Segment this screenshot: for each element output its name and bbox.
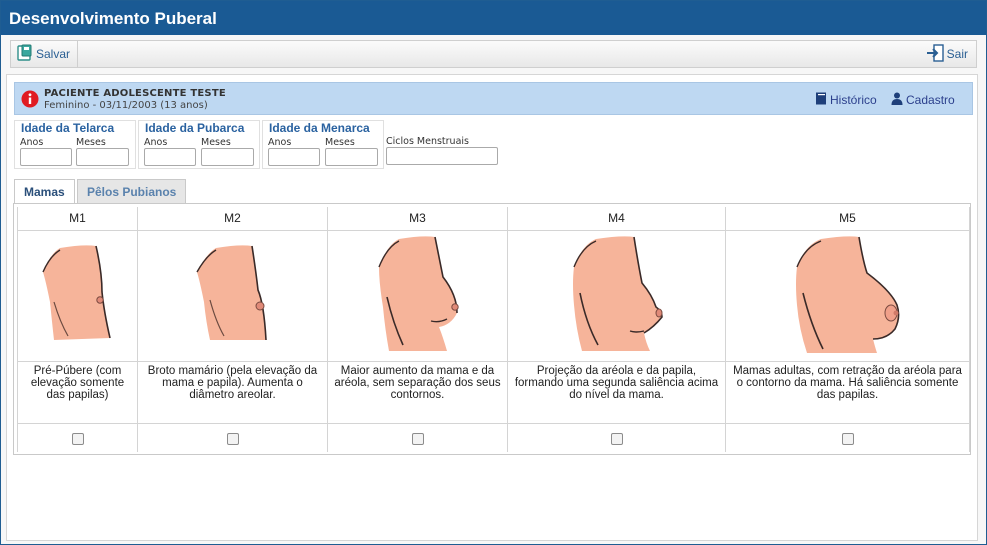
save-button-label: Salvar xyxy=(36,47,71,61)
exit-icon xyxy=(926,43,944,65)
pubarca-years-input[interactable] xyxy=(144,148,196,166)
stage-description: Maior aumento da mama e da aréola, sem s… xyxy=(327,361,508,424)
toolbar: Salvar Sair xyxy=(10,40,977,68)
stage-description: Pré-Púbere (com elevação somente das pap… xyxy=(17,361,138,424)
stage-checkbox-cell xyxy=(327,423,508,452)
stage-m4-illustration xyxy=(569,233,664,358)
stage-description: Projeção da aréola e da papila, formando… xyxy=(507,361,726,424)
stage-m5-checkbox[interactable] xyxy=(841,432,854,445)
stage-m3-illustration xyxy=(376,233,459,358)
stage-checkbox-cell xyxy=(17,423,138,452)
book-icon xyxy=(815,92,827,108)
tab-pelos-pubianos[interactable]: Pêlos Pubianos xyxy=(77,179,187,204)
stage-image-cell xyxy=(17,230,138,362)
stage-image-cell xyxy=(725,230,970,362)
telarca-months-label: Meses xyxy=(76,137,106,148)
stage-m3-checkbox[interactable] xyxy=(411,432,424,445)
stage-image-cell xyxy=(327,230,508,362)
stage-header: M2 xyxy=(137,207,328,231)
patient-banner: PACIENTE ADOLESCENTE TESTE Feminino - 03… xyxy=(14,82,973,115)
stage-header: M4 xyxy=(507,207,726,231)
telarca-title: Idade da Telarca xyxy=(21,121,115,135)
stages-table: M1 M2 M3 M4 M5 Pré-Púbere (com elevação … xyxy=(17,207,970,452)
pubarca-title: Idade da Pubarca xyxy=(145,121,245,135)
stage-description: Broto mamário (pela elevação da mama e p… xyxy=(137,361,328,424)
stage-checkbox-cell xyxy=(507,423,726,452)
stage-checkbox-cell xyxy=(137,423,328,452)
menarca-months-input[interactable] xyxy=(325,148,378,166)
stage-image-cell xyxy=(137,230,328,362)
stage-header: M1 xyxy=(17,207,138,231)
pubarca-years-label: Anos xyxy=(144,137,168,148)
menarca-months-label: Meses xyxy=(325,137,355,148)
patient-details: Feminino - 03/11/2003 (13 anos) xyxy=(44,100,208,111)
stage-m4-checkbox[interactable] xyxy=(610,432,623,445)
telarca-months-input[interactable] xyxy=(76,148,129,166)
exit-button-label: Sair xyxy=(946,47,968,61)
main-content: PACIENTE ADOLESCENTE TESTE Feminino - 03… xyxy=(6,74,978,541)
stage-checkbox-cell xyxy=(725,423,970,452)
stage-m2-checkbox[interactable] xyxy=(226,432,239,445)
tab-mamas[interactable]: Mamas xyxy=(14,179,75,205)
menarca-years-label: Anos xyxy=(268,137,292,148)
stage-m2-illustration xyxy=(193,242,272,349)
user-icon xyxy=(891,92,903,108)
info-alert-icon xyxy=(21,90,39,108)
stages-panel: M1 M2 M3 M4 M5 Pré-Púbere (com elevação … xyxy=(13,203,971,455)
exit-button[interactable]: Sair xyxy=(926,41,968,67)
telarca-group: Idade da Telarca Anos Meses xyxy=(14,120,136,169)
menarca-title: Idade da Menarca xyxy=(269,121,370,135)
pubarca-months-label: Meses xyxy=(201,137,231,148)
app-window: Desenvolvimento Puberal Salvar Sair PACI… xyxy=(0,0,987,545)
pubarca-months-input[interactable] xyxy=(201,148,254,166)
history-label: Histórico xyxy=(830,93,877,107)
stage-header: M5 xyxy=(725,207,970,231)
menarca-years-input[interactable] xyxy=(268,148,320,166)
register-link[interactable]: Cadastro xyxy=(891,92,955,108)
save-icon xyxy=(17,44,33,64)
stage-m5-illustration xyxy=(792,233,903,358)
stage-header: M3 xyxy=(327,207,508,231)
menarca-group: Idade da Menarca Anos Meses xyxy=(262,120,384,169)
stage-description: Mamas adultas, com retração da aréola pa… xyxy=(725,361,970,424)
patient-name: PACIENTE ADOLESCENTE TESTE xyxy=(44,88,226,99)
stage-m1-checkbox[interactable] xyxy=(71,432,84,445)
cycles-input[interactable] xyxy=(386,147,498,165)
window-title: Desenvolvimento Puberal xyxy=(1,1,986,35)
telarca-years-label: Anos xyxy=(20,137,44,148)
pubarca-group: Idade da Pubarca Anos Meses xyxy=(138,120,260,169)
stage-m1-illustration xyxy=(39,242,116,349)
save-button[interactable]: Salvar xyxy=(11,41,79,67)
register-label: Cadastro xyxy=(906,93,955,107)
telarca-years-input[interactable] xyxy=(20,148,72,166)
cycles-label: Ciclos Menstruais xyxy=(386,136,469,147)
stage-image-cell xyxy=(507,230,726,362)
history-link[interactable]: Histórico xyxy=(815,92,877,108)
